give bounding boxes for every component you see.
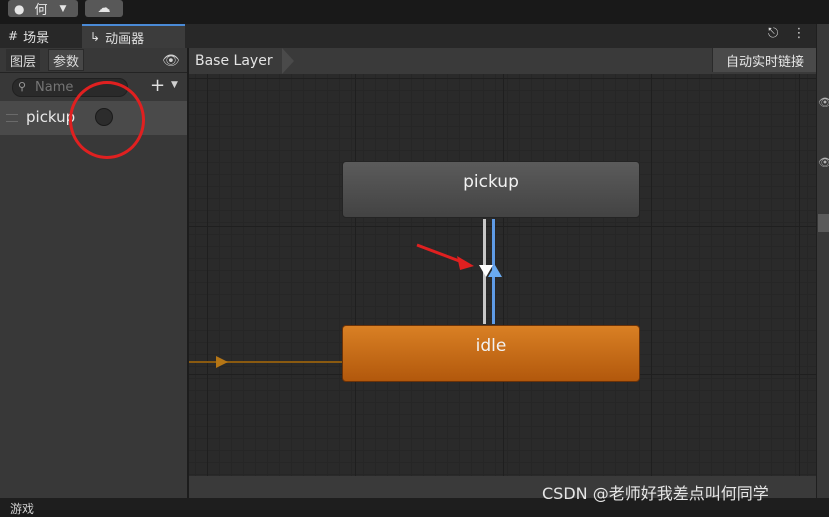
tab-game[interactable]: 游戏	[10, 500, 34, 517]
auto-live-link-button[interactable]: 自动实时链接	[712, 48, 817, 72]
breadcrumb-arrow-icon	[282, 48, 294, 74]
account-dropdown[interactable]: ● 何 ▼	[8, 0, 78, 18]
chevron-down-icon[interactable]: ▼	[171, 80, 178, 90]
annotation-circle	[69, 81, 145, 159]
drag-handle-icon[interactable]	[6, 114, 18, 122]
search-icon: ⚲	[18, 80, 27, 93]
transition-up-arrow-icon	[488, 265, 502, 277]
animator-graph[interactable]	[189, 74, 816, 476]
state-name: pickup	[463, 172, 519, 192]
account-name: 何	[34, 3, 48, 18]
chevron-down-icon: ▼	[59, 3, 67, 14]
add-parameter-button[interactable]: +	[150, 75, 165, 96]
state-node-pickup[interactable]: pickup	[342, 161, 640, 218]
tab-menu: ⎋ ⋮	[768, 26, 805, 41]
more-options-icon[interactable]: ⋮	[792, 26, 805, 41]
tab-scene-label: 场景	[23, 30, 50, 46]
parameter-name[interactable]: pickup	[26, 108, 75, 126]
eye-icon[interactable]: 👁	[162, 53, 180, 69]
scene-grid-icon: #	[8, 29, 19, 43]
cloud-icon: ☁	[97, 1, 111, 16]
animator-icon: ↳	[90, 30, 101, 44]
state-name: idle	[475, 336, 507, 356]
hidden-eye-icon[interactable]: 👁	[818, 156, 829, 169]
tab-animator-label: 动画器	[105, 31, 145, 47]
tab-scene[interactable]: # 场景	[4, 24, 82, 48]
state-node-idle[interactable]: idle	[342, 325, 640, 382]
top-toolbar: ● 何 ▼ ☁	[0, 0, 829, 24]
breadcrumb[interactable]: Base Layer	[189, 48, 285, 74]
tab-animator[interactable]: ↳ 动画器	[82, 24, 185, 48]
entry-transition[interactable]	[189, 361, 342, 363]
editor-tab-strip: # 场景 ↳ 动画器 ⎋ ⋮	[0, 24, 816, 48]
cloud-button[interactable]: ☁	[85, 0, 123, 17]
lock-icon[interactable]: ⎋	[768, 26, 778, 41]
watermark: CSDN @老师好我差点叫何同学	[542, 484, 769, 503]
scrollbar-thumb[interactable]	[818, 214, 829, 232]
eye-icon[interactable]: 👁	[818, 96, 829, 109]
tab-parameters[interactable]: 参数	[48, 49, 85, 71]
account-icon: ●	[14, 1, 25, 16]
entry-transition-arrow-icon	[216, 356, 228, 368]
tab-layers[interactable]: 图层	[6, 49, 41, 71]
left-panel-tabs: 图层 参数	[0, 48, 187, 73]
